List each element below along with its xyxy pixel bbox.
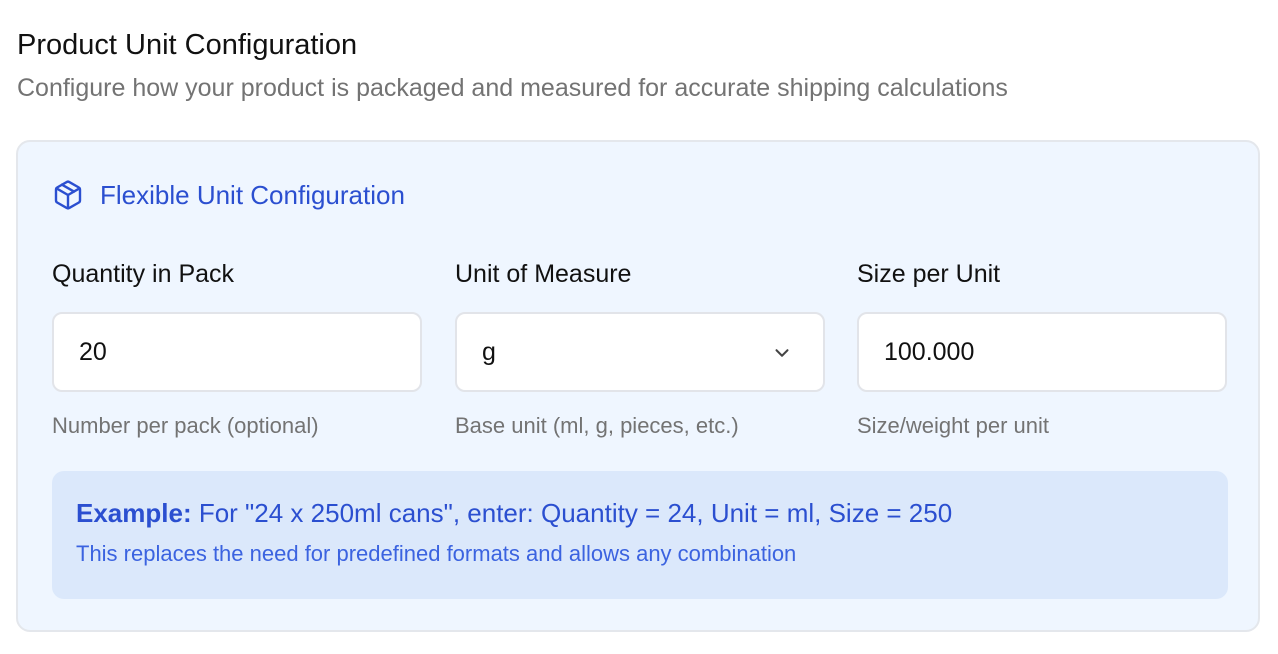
size-field: Size per Unit 100.000 Size/weight per un… <box>857 257 1227 441</box>
unit-field: Unit of Measure g Base unit (ml, g, piec… <box>455 257 825 441</box>
card-header: Flexible Unit Configuration <box>52 178 405 212</box>
unit-value: g <box>482 337 496 366</box>
page-title: Product Unit Configuration <box>17 29 358 61</box>
example-note: This replaces the need for predefined fo… <box>76 541 797 566</box>
size-hint: Size/weight per unit <box>857 413 1049 438</box>
example-box: Example: For "24 x 250ml cans", enter: Q… <box>52 471 1228 599</box>
size-label: Size per Unit <box>857 260 1001 288</box>
unit-hint: Base unit (ml, g, pieces, etc.) <box>455 413 739 438</box>
quantity-field: Quantity in Pack 20 Number per pack (opt… <box>52 257 422 441</box>
quantity-label: Quantity in Pack <box>52 260 235 288</box>
unit-select[interactable]: g <box>455 312 825 392</box>
size-value: 100.000 <box>884 337 975 366</box>
size-input[interactable]: 100.000 <box>857 312 1227 392</box>
page-subtitle: Configure how your product is packaged a… <box>17 74 1008 102</box>
quantity-value: 20 <box>79 337 107 366</box>
unit-configuration-card: Flexible Unit Configuration Quantity in … <box>16 140 1260 632</box>
unit-label: Unit of Measure <box>455 260 632 288</box>
example-body: For "24 x 250ml cans", enter: Quantity =… <box>191 498 953 528</box>
quantity-input[interactable]: 20 <box>52 312 422 392</box>
example-prefix: Example: <box>76 498 192 528</box>
quantity-hint: Number per pack (optional) <box>52 413 319 438</box>
package-icon <box>52 179 84 211</box>
chevron-down-icon <box>771 342 793 364</box>
card-title: Flexible Unit Configuration <box>100 180 405 210</box>
page: Product Unit Configuration Configure how… <box>0 0 1278 654</box>
example-text: Example: For "24 x 250ml cans", enter: Q… <box>76 495 1204 531</box>
